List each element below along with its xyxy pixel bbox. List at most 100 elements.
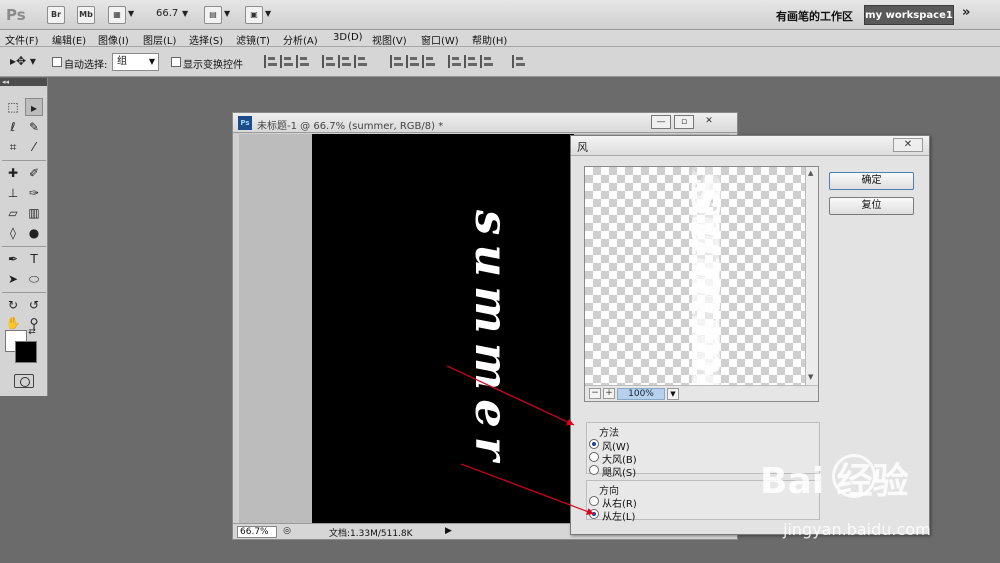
menu-select[interactable]: 选择(S) — [189, 32, 223, 47]
shape-tool-icon[interactable]: ⬭ — [25, 270, 43, 288]
align-left-icon[interactable] — [322, 55, 335, 68]
path-selection-tool-icon[interactable]: ➤ — [4, 270, 22, 288]
align-right-icon[interactable] — [354, 55, 367, 68]
radio-icon[interactable] — [589, 465, 599, 475]
menu-filter[interactable]: 滤镜(T) — [236, 32, 270, 47]
dodge-tool-icon[interactable]: ● — [25, 224, 43, 242]
distribute-left-icon[interactable] — [448, 55, 461, 68]
document-title: 未标题-1 @ 66.7% (summer, RGB/8) * — [257, 121, 444, 132]
distribute-hcenter-icon[interactable] — [464, 55, 477, 68]
arrange-dropdown-icon[interactable]: ▼ — [224, 9, 230, 18]
distribute-top-icon[interactable] — [390, 55, 403, 68]
eraser-tool-icon[interactable]: ▱ — [4, 204, 22, 222]
reset-button[interactable]: 复位 — [829, 197, 914, 215]
menu-edit[interactable]: 编辑(E) — [52, 32, 86, 47]
crop-tool-icon[interactable]: ⌗ — [4, 138, 22, 156]
view-extras-icon[interactable]: ▦ — [108, 6, 126, 24]
more-workspaces-icon[interactable]: » — [962, 5, 970, 20]
distribute-right-icon[interactable] — [480, 55, 493, 68]
document-size: 文档:1.33M/511.8K — [329, 529, 413, 539]
preview-vertical-scrollbar[interactable]: ▲ ▼ — [805, 167, 818, 385]
auto-select-checkbox[interactable] — [52, 57, 62, 67]
chevron-down-icon[interactable]: ▼ — [667, 388, 679, 400]
mini-bridge-button[interactable]: Mb — [77, 6, 95, 24]
quick-mask-icon[interactable] — [14, 374, 34, 388]
radio-label: 飓风(S) — [602, 468, 637, 479]
zoom-in-button[interactable]: + — [603, 388, 615, 399]
menu-window[interactable]: 窗口(W) — [421, 32, 459, 47]
radio-icon[interactable] — [589, 452, 599, 462]
restore-button[interactable]: ▫ — [674, 115, 694, 129]
align-hcenter-icon[interactable] — [338, 55, 351, 68]
show-transform-checkbox[interactable] — [171, 57, 181, 67]
3d-rotate-tool-icon[interactable]: ↻ — [4, 296, 22, 314]
scroll-down-icon[interactable]: ▼ — [808, 373, 813, 381]
menu-3d[interactable]: 3D(D) — [333, 32, 363, 43]
zoom-out-button[interactable]: − — [589, 388, 601, 399]
background-color-swatch[interactable] — [15, 341, 37, 363]
arrange-documents-icon[interactable]: ▤ — [204, 6, 222, 24]
clone-stamp-tool-icon[interactable]: ⊥ — [4, 184, 22, 202]
chevron-down-icon: ▼ — [148, 57, 155, 66]
dialog-title-bar[interactable]: 风 ✕ — [571, 136, 929, 156]
tools-panel-collapse[interactable]: ◂◂ — [0, 78, 47, 86]
radio-selected-icon[interactable] — [589, 509, 599, 519]
preview-zoom-bar: − + 100% ▼ — [585, 385, 818, 401]
view-extras-dropdown-icon[interactable]: ▼ — [128, 9, 134, 18]
dialog-title: 风 — [577, 141, 588, 154]
zoom-dropdown-icon[interactable]: ▼ — [182, 9, 188, 18]
menu-help[interactable]: 帮助(H) — [472, 32, 507, 47]
bridge-button[interactable]: Br — [47, 6, 65, 24]
menu-view[interactable]: 视图(V) — [372, 32, 407, 47]
pen-tool-icon[interactable]: ✒ — [4, 250, 22, 268]
quick-selection-tool-icon[interactable]: ✎ — [25, 118, 43, 136]
blur-tool-icon[interactable]: ◊ — [4, 224, 22, 242]
radio-selected-icon[interactable] — [589, 439, 599, 449]
screen-mode-dropdown-icon[interactable]: ▼ — [265, 9, 271, 18]
menu-image[interactable]: 图像(I) — [98, 32, 129, 47]
tools-divider — [2, 292, 46, 293]
gradient-tool-icon[interactable]: ▥ — [25, 204, 43, 222]
workspace-button[interactable]: my workspace1 — [864, 5, 954, 25]
type-tool-icon[interactable]: T — [25, 250, 43, 268]
workspace-brushes[interactable]: 有画笔的工作区 — [776, 8, 853, 24]
screen-mode-icon[interactable]: ▣ — [245, 6, 263, 24]
canvas-summer-text: summer — [465, 210, 518, 470]
dialog-close-button[interactable]: ✕ — [893, 138, 923, 152]
move-tool-preset-icon[interactable]: ▸✥ ▾ — [10, 54, 36, 68]
menu-file[interactable]: 文件(F) — [5, 32, 39, 47]
ok-button[interactable]: 确定 — [829, 172, 914, 190]
swap-colors-icon[interactable]: ⇄ — [26, 326, 38, 338]
close-button[interactable]: ✕ — [699, 115, 719, 129]
3d-orbit-tool-icon[interactable]: ↺ — [25, 296, 43, 314]
align-vcenter-icon[interactable] — [280, 55, 293, 68]
document-title-bar[interactable]: Ps 未标题-1 @ 66.7% (summer, RGB/8) * — ▫ ✕ — [233, 113, 737, 133]
menu-layer[interactable]: 图层(L) — [143, 32, 176, 47]
document-canvas[interactable]: summer — [312, 134, 574, 524]
status-menu-arrow-icon[interactable]: ▶ — [445, 526, 452, 536]
marquee-tool-icon[interactable]: ⬚ — [4, 98, 22, 116]
zoom-field[interactable]: 66.7% — [237, 526, 277, 538]
eyedropper-tool-icon[interactable]: ⁄ — [25, 138, 43, 156]
auto-select-label: 自动选择: — [64, 60, 108, 71]
distribute-bottom-icon[interactable] — [422, 55, 435, 68]
history-brush-tool-icon[interactable]: ✑ — [25, 184, 43, 202]
status-info-icon[interactable]: ◎ — [281, 524, 293, 538]
zoom-level[interactable]: 66.7 — [156, 8, 178, 19]
align-bottom-icon[interactable] — [296, 55, 309, 68]
minimize-button[interactable]: — — [651, 115, 671, 129]
radio-icon[interactable] — [589, 496, 599, 506]
healing-brush-tool-icon[interactable]: ✚ — [4, 164, 22, 182]
brush-tool-icon[interactable]: ✐ — [25, 164, 43, 182]
auto-align-layers-icon[interactable] — [512, 55, 525, 68]
tools-divider — [2, 160, 46, 161]
filter-preview[interactable]: summer ▲ ▼ − + 100% ▼ — [584, 166, 819, 402]
move-tool-icon[interactable]: ▸ — [25, 98, 43, 116]
align-top-icon[interactable] — [264, 55, 277, 68]
distribute-vcenter-icon[interactable] — [406, 55, 419, 68]
scroll-up-icon[interactable]: ▲ — [808, 169, 813, 177]
auto-select-dropdown[interactable]: 组 ▼ — [112, 53, 159, 71]
menu-analysis[interactable]: 分析(A) — [283, 32, 318, 47]
tools-panel: ◂◂ ⬚ ▸ ℓ ✎ ⌗ ⁄ ✚ ✐ ⊥ ✑ ▱ ▥ ◊ ● ✒ T ➤ ⬭ ↻… — [0, 78, 48, 396]
lasso-tool-icon[interactable]: ℓ — [4, 118, 22, 136]
